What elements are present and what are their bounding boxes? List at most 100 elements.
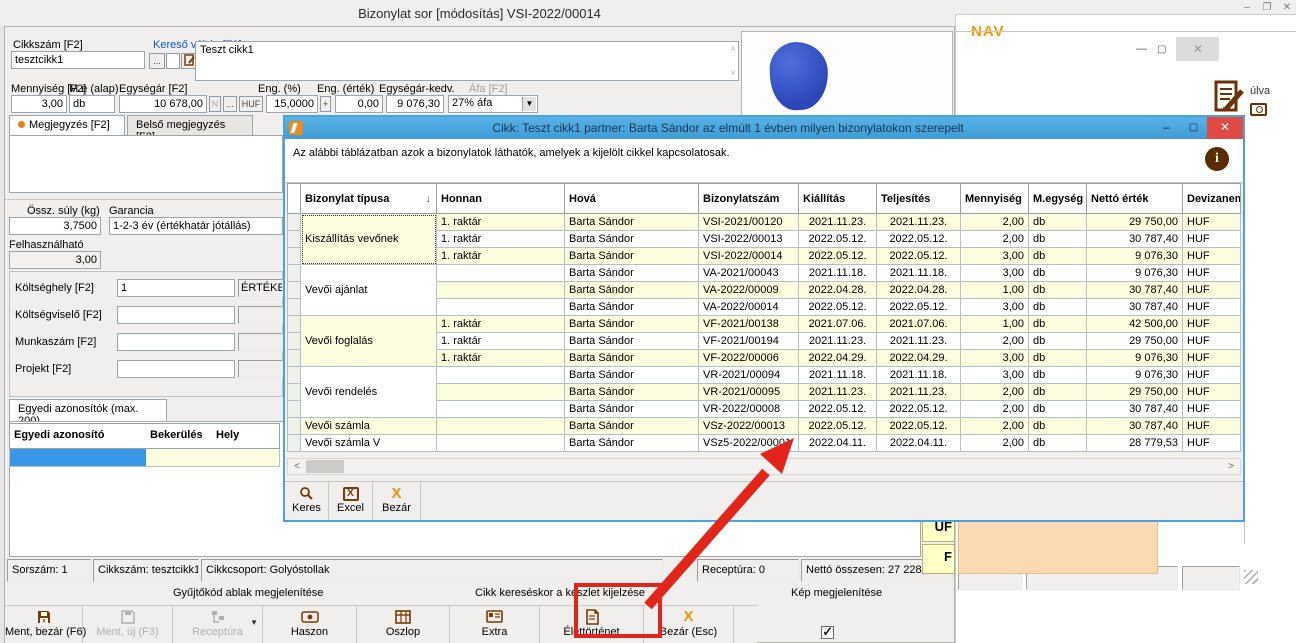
row-selector[interactable] xyxy=(288,214,301,231)
table-cell[interactable]: 1,00 xyxy=(961,316,1029,333)
discount-pct-input[interactable] xyxy=(266,95,318,113)
table-cell[interactable]: 42 500,00 xyxy=(1087,316,1183,333)
unique-id-cell-selected[interactable] xyxy=(9,449,147,467)
table-cell[interactable]: 2022.04.28. xyxy=(799,282,877,299)
table-cell[interactable]: 3,00 xyxy=(961,350,1029,367)
row-selector[interactable] xyxy=(288,384,301,401)
row-selector[interactable] xyxy=(288,265,301,282)
table-cell[interactable]: HUF xyxy=(1183,333,1241,350)
unique-id-cell[interactable] xyxy=(212,449,280,467)
cost-center-input[interactable] xyxy=(117,279,235,297)
table-cell[interactable]: 3,00 xyxy=(961,265,1029,282)
table-cell[interactable]: VSI-2022/00014 xyxy=(699,248,799,265)
table-cell[interactable]: 2,00 xyxy=(961,435,1029,452)
n-button[interactable]: N xyxy=(209,96,221,112)
table-cell[interactable]: 30 787,40 xyxy=(1087,282,1183,299)
table-cell[interactable]: HUF xyxy=(1183,316,1241,333)
row-selector[interactable] xyxy=(288,282,301,299)
table-row[interactable]: Vevői foglalás1. raktárBarta SándorVF-20… xyxy=(288,316,1241,333)
table-cell[interactable]: 2021.11.18. xyxy=(799,265,877,282)
row-selector[interactable] xyxy=(288,248,301,265)
doc-type-cell[interactable]: Vevői számla V xyxy=(301,435,437,452)
camera-icon[interactable] xyxy=(1250,103,1267,116)
table-cell[interactable] xyxy=(437,401,565,418)
table-cell[interactable]: 2021.11.23. xyxy=(799,384,877,401)
row-selector[interactable] xyxy=(288,333,301,350)
tab-megjegyzes[interactable]: Megjegyzés [F2] xyxy=(9,115,125,135)
table-cell[interactable]: 1. raktár xyxy=(437,333,565,350)
popup-close-button[interactable]: X Bezár xyxy=(373,482,421,520)
haszon-button[interactable]: Haszon xyxy=(263,606,357,643)
table-cell[interactable]: HUF xyxy=(1183,231,1241,248)
unique-id-cell[interactable] xyxy=(146,449,213,467)
table-cell[interactable]: 2022.05.12. xyxy=(877,418,961,435)
table-cell[interactable]: 2022.05.12. xyxy=(877,401,961,418)
comment-textarea[interactable] xyxy=(9,135,283,193)
doc-type-cell[interactable]: Vevői számla xyxy=(301,418,437,435)
table-cell[interactable]: 9 076,30 xyxy=(1087,367,1183,384)
row-selector[interactable] xyxy=(288,418,301,435)
table-cell[interactable]: 2022.05.12. xyxy=(877,248,961,265)
work-number-input[interactable] xyxy=(117,333,235,351)
table-cell[interactable]: Barta Sándor xyxy=(565,367,699,384)
table-cell[interactable]: 2021.11.23. xyxy=(799,333,877,350)
table-cell[interactable]: 2022.05.12. xyxy=(877,231,961,248)
scrollbar-thumb[interactable] xyxy=(306,460,344,473)
table-cell[interactable]: VA-2022/00014 xyxy=(699,299,799,316)
table-cell[interactable]: HUF xyxy=(1183,435,1241,452)
chevron-down-icon[interactable]: ▼ xyxy=(250,618,258,627)
tab-belso-megjegyzes[interactable]: Belső megjegyzés [F2] xyxy=(127,115,253,135)
oszlop-button[interactable]: Oszlop xyxy=(357,606,450,643)
table-cell[interactable]: HUF xyxy=(1183,367,1241,384)
table-cell[interactable]: db xyxy=(1029,265,1087,282)
table-cell[interactable]: HUF xyxy=(1183,401,1241,418)
table-cell[interactable]: 2022.05.12. xyxy=(799,299,877,316)
table-cell[interactable]: Barta Sándor xyxy=(565,265,699,282)
table-cell[interactable]: 29 750,00 xyxy=(1087,214,1183,231)
table-cell[interactable]: HUF xyxy=(1183,350,1241,367)
doc-type-cell[interactable]: Vevői rendelés xyxy=(301,367,437,418)
table-cell[interactable]: VF-2021/00194 xyxy=(699,333,799,350)
popup-titlebar[interactable]: Cikk: Teszt cikk1 partner: Barta Sándor … xyxy=(285,117,1243,139)
table-cell[interactable]: 2022.05.12. xyxy=(799,248,877,265)
search-button[interactable]: Keres xyxy=(285,482,329,520)
table-cell[interactable]: HUF xyxy=(1183,384,1241,401)
currency-button[interactable]: HUF xyxy=(239,96,263,112)
table-cell[interactable]: db xyxy=(1029,316,1087,333)
doc-type-cell[interactable]: Vevői ajánlat xyxy=(301,265,437,316)
table-cell[interactable]: Barta Sándor xyxy=(565,350,699,367)
table-row[interactable]: Kiszállítás vevőnek1. raktárBarta Sándor… xyxy=(288,214,1241,231)
col-header-teljesites[interactable]: Teljesítés xyxy=(877,184,961,214)
table-cell[interactable]: 2022.04.28. xyxy=(877,282,961,299)
usable-input[interactable] xyxy=(9,251,101,269)
table-cell[interactable]: HUF xyxy=(1183,418,1241,435)
minimize-icon[interactable]: – xyxy=(1240,2,1254,13)
table-cell[interactable]: VR-2021/00095 xyxy=(699,384,799,401)
table-cell[interactable]: Barta Sándor xyxy=(565,384,699,401)
excel-button[interactable]: X Excel xyxy=(329,482,373,520)
table-cell[interactable]: VF-2021/00138 xyxy=(699,316,799,333)
warranty-input[interactable] xyxy=(109,217,283,235)
tab-egyedi-azonositok[interactable]: Egyedi azonosítók (max. 200) xyxy=(9,399,167,421)
table-cell[interactable]: 2021.11.18. xyxy=(877,265,961,282)
table-cell[interactable]: 2,00 xyxy=(961,401,1029,418)
table-cell[interactable]: db xyxy=(1029,435,1087,452)
table-cell[interactable]: VA-2021/00043 xyxy=(699,265,799,282)
blank-button[interactable] xyxy=(166,53,180,69)
chevron-down-icon[interactable]: ▼ xyxy=(522,97,536,111)
table-cell[interactable]: 2021.11.18. xyxy=(799,367,877,384)
price-browse-button[interactable]: ... xyxy=(223,96,237,112)
table-cell[interactable]: db xyxy=(1029,231,1087,248)
extra-button[interactable]: Extra xyxy=(450,606,540,643)
save-new-button[interactable]: Ment, új (F3) xyxy=(83,606,173,643)
table-cell[interactable]: VR-2022/00008 xyxy=(699,401,799,418)
table-cell[interactable]: 2022.04.29. xyxy=(877,350,961,367)
table-cell[interactable]: 1. raktár xyxy=(437,214,565,231)
table-cell[interactable]: 2022.05.12. xyxy=(799,231,877,248)
table-cell[interactable]: 9 076,30 xyxy=(1087,248,1183,265)
browse-button[interactable]: ... xyxy=(149,53,165,69)
table-row[interactable]: Vevői rendelésBarta SándorVR-2021/000942… xyxy=(288,367,1241,384)
col-header-devizanem[interactable]: Devizanem xyxy=(1183,184,1241,214)
resize-grip[interactable] xyxy=(1244,570,1258,584)
table-cell[interactable]: 2022.05.12. xyxy=(877,299,961,316)
